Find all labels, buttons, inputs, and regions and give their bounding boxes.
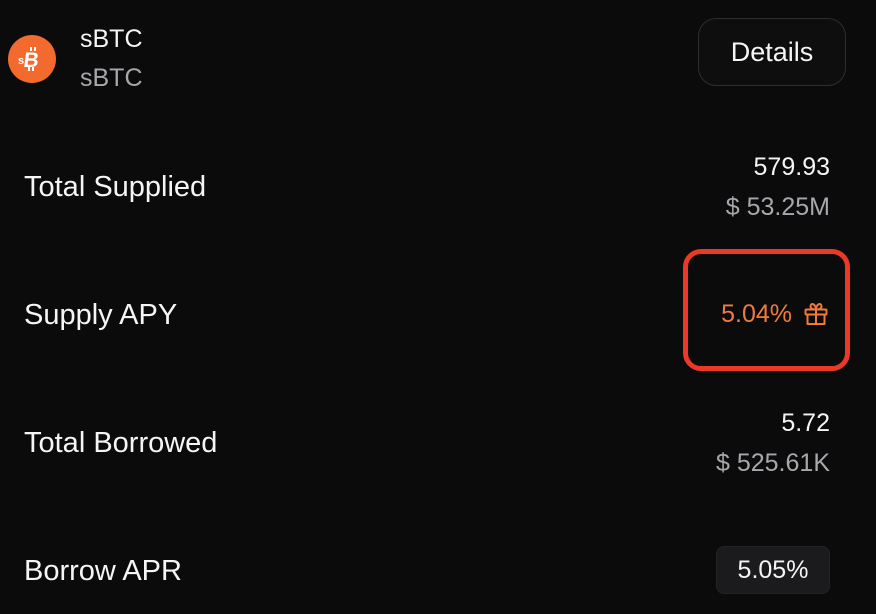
- total-supplied-label: Total Supplied: [24, 171, 207, 203]
- svg-text:B: B: [22, 49, 40, 72]
- sbtc-logo-icon: s B: [8, 35, 56, 83]
- asset-name: sBTC: [80, 25, 143, 53]
- gift-icon[interactable]: [803, 301, 829, 327]
- supply-apy-label: Supply APY: [24, 299, 178, 331]
- asset-symbol: sBTC: [80, 64, 143, 92]
- borrow-apr-label: Borrow APR: [24, 555, 182, 587]
- total-borrowed-usd: $ 525.61K: [716, 449, 830, 477]
- total-borrowed-label: Total Borrowed: [24, 427, 218, 459]
- total-borrowed-amount: 5.72: [781, 409, 830, 437]
- total-supplied-amount: 579.93: [753, 153, 830, 181]
- bitcoin-glyph-icon: s B: [18, 47, 40, 72]
- borrow-apr-badge: 5.05%: [716, 546, 830, 594]
- details-button[interactable]: Details: [698, 18, 846, 86]
- total-supplied-usd: $ 53.25M: [725, 193, 830, 221]
- supply-apy-value[interactable]: 5.04%: [721, 299, 792, 329]
- asset-header: s B sBTC sBTC Details: [0, 0, 876, 110]
